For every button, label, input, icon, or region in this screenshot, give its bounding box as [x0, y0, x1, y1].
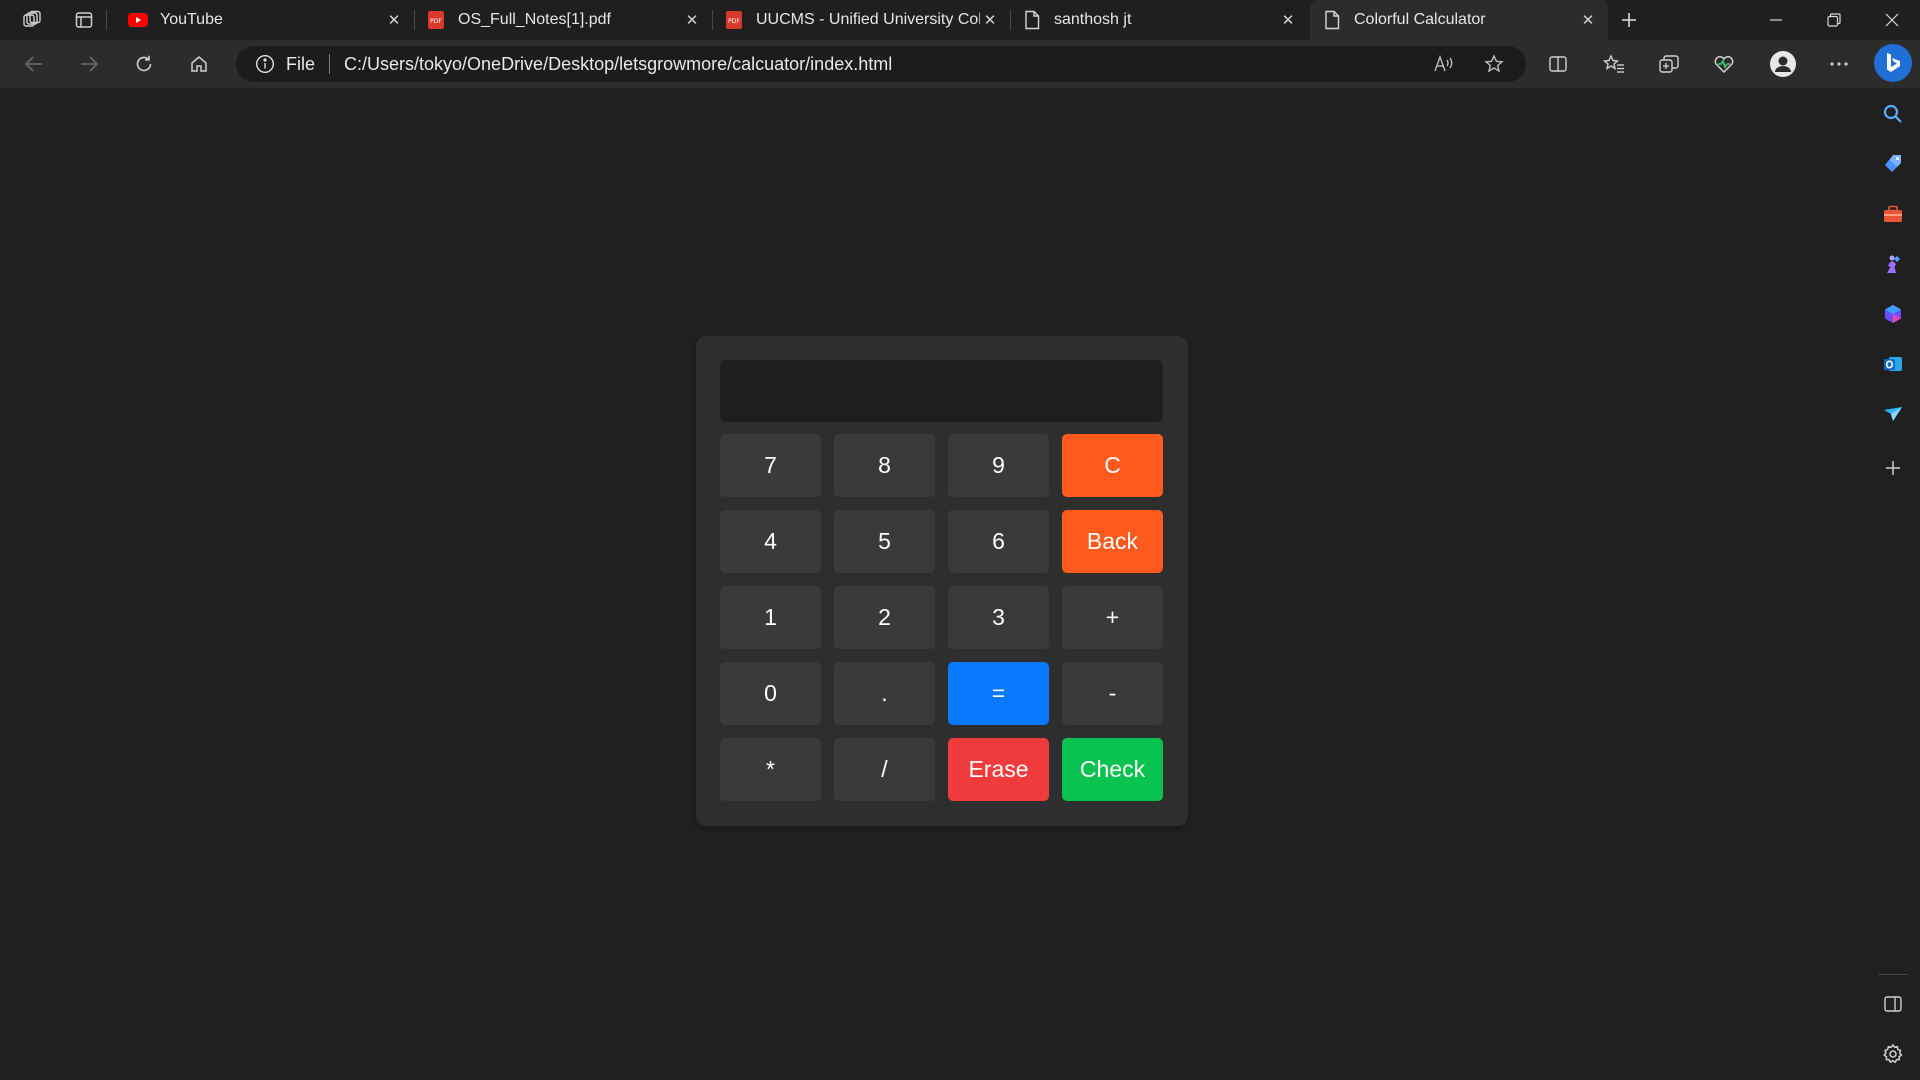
page-content: 7 8 9 C 4 5 6 Back 1 2 3 +0. = - * / Erase Check: [6, 88, 1864, 1076]
svg-text:PDF: PDF: [430, 18, 442, 25]
hide-sidebar-icon[interactable]: [1877, 988, 1909, 1020]
tab-santhosh[interactable]: santhosh jt ✕: [1010, 0, 1308, 40]
key-2-button[interactable]: 2: [834, 586, 935, 649]
tab-actions-icon[interactable]: [68, 4, 100, 36]
more-options-icon[interactable]: [1821, 48, 1857, 80]
key-check-button[interactable]: Check: [1062, 738, 1163, 801]
close-icon[interactable]: ✕: [980, 10, 1000, 30]
add-sidebar-app-icon[interactable]: [1877, 452, 1909, 484]
close-icon[interactable]: ✕: [1578, 10, 1598, 30]
profile-avatar[interactable]: [1765, 48, 1801, 80]
info-icon[interactable]: [254, 53, 276, 75]
calculator: 7 8 9 C 4 5 6 Back 1 2 3 +0. = - * / Erase Check: [696, 336, 1188, 826]
tab-uucms[interactable]: PDF UUCMS - Unified University Colle ✕: [712, 0, 1010, 40]
tab-title: YouTube: [160, 11, 223, 28]
refresh-button[interactable]: [126, 48, 162, 80]
key-decimal-button[interactable]: .: [834, 662, 935, 725]
minimize-button[interactable]: [1748, 0, 1804, 40]
favorites-icon[interactable]: [1596, 48, 1632, 80]
tools-briefcase-icon[interactable]: [1877, 198, 1909, 230]
bing-copilot-icon[interactable]: [1874, 44, 1912, 82]
key-back-button[interactable]: Back: [1062, 510, 1163, 573]
tab-title: santhosh jt: [1054, 11, 1132, 28]
key-erase-button[interactable]: Erase: [948, 738, 1049, 801]
key-4-button[interactable]: 4: [720, 510, 821, 573]
pdf-icon: PDF: [426, 10, 446, 30]
new-tab-button[interactable]: [1613, 4, 1645, 36]
file-icon: [1022, 10, 1042, 30]
browser-essentials-icon[interactable]: [1706, 48, 1742, 80]
address-url[interactable]: C:/Users/tokyo/OneDrive/Desktop/letsgrow…: [344, 54, 892, 75]
tab-title: OS_Full_Notes[1].pdf: [458, 11, 611, 28]
favorite-star-icon[interactable]: [1476, 46, 1512, 82]
collections-icon[interactable]: [1651, 48, 1687, 80]
key-9-button[interactable]: 9: [948, 434, 1049, 497]
drop-send-icon[interactable]: [1877, 398, 1909, 430]
close-icon[interactable]: ✕: [1278, 10, 1298, 30]
tab-title: UUCMS - Unified University Colle: [756, 11, 980, 28]
browser-toolbar: File C:/Users/tokyo/OneDrive/Desktop/let…: [0, 40, 1920, 88]
address-bar[interactable]: File C:/Users/tokyo/OneDrive/Desktop/let…: [236, 46, 1526, 82]
home-button[interactable]: [181, 48, 217, 80]
key-minus-button[interactable]: -: [1062, 662, 1163, 725]
key-clear-button[interactable]: C: [1062, 434, 1163, 497]
sidebar-divider: [1878, 974, 1908, 975]
address-scheme-label: File: [286, 53, 316, 74]
shopping-tag-icon[interactable]: [1877, 148, 1909, 180]
close-window-button[interactable]: [1864, 0, 1920, 40]
key-0-button[interactable]: 0: [720, 662, 821, 725]
close-icon[interactable]: ✕: [682, 10, 702, 30]
settings-gear-icon[interactable]: [1877, 1038, 1909, 1070]
key-plus-button[interactable]: +: [1062, 586, 1163, 649]
tab-os-notes[interactable]: PDF OS_Full_Notes[1].pdf ✕: [414, 0, 712, 40]
edge-sidebar: [1866, 44, 1920, 1080]
workspaces-icon[interactable]: [16, 4, 48, 36]
restore-button[interactable]: [1806, 0, 1862, 40]
key-7-button[interactable]: 7: [720, 434, 821, 497]
key-3-button[interactable]: 3: [948, 586, 1049, 649]
tab-title: Colorful Calculator: [1354, 11, 1486, 28]
microsoft-365-icon[interactable]: [1877, 298, 1909, 330]
file-icon: [1322, 10, 1342, 30]
key-6-button[interactable]: 6: [948, 510, 1049, 573]
tab-strip: YouTube ✕ PDF OS_Full_Notes[1].pdf ✕ PDF…: [0, 0, 1920, 40]
read-aloud-icon[interactable]: [1426, 46, 1462, 82]
key-1-button[interactable]: 1: [720, 586, 821, 649]
calculator-display[interactable]: [720, 360, 1163, 422]
address-divider: [329, 54, 331, 74]
outlook-icon[interactable]: [1877, 348, 1909, 380]
search-icon[interactable]: [1877, 98, 1909, 130]
tab-colorful-calculator[interactable]: Colorful Calculator ✕: [1310, 0, 1608, 40]
tab-youtube[interactable]: YouTube ✕: [116, 0, 414, 40]
back-button[interactable]: [16, 48, 52, 80]
pdf-icon: PDF: [724, 10, 744, 30]
youtube-icon: [128, 10, 148, 30]
close-icon[interactable]: ✕: [384, 10, 404, 30]
key-5-button[interactable]: 5: [834, 510, 935, 573]
key-divide-button[interactable]: /: [834, 738, 935, 801]
games-icon[interactable]: [1877, 248, 1909, 280]
svg-text:PDF: PDF: [728, 18, 740, 25]
key-equals-button[interactable]: =: [948, 662, 1049, 725]
key-8-button[interactable]: 8: [834, 434, 935, 497]
key-multiply-button[interactable]: *: [720, 738, 821, 801]
forward-button[interactable]: [71, 48, 107, 80]
split-screen-icon[interactable]: [1540, 48, 1576, 80]
calculator-keypad: 7 8 9 C 4 5 6 Back 1 2 3 +0. = - * / Erase Check: [720, 434, 1163, 801]
